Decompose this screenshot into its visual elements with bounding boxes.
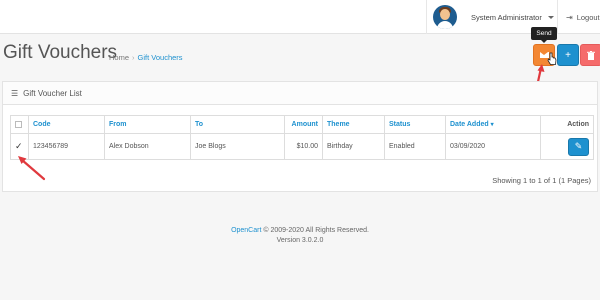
copyright-text: © 2009-2020 All Rights Reserved. (263, 227, 369, 234)
select-all-cell (10, 115, 29, 134)
cell-amount: $10.00 (284, 133, 323, 160)
sign-out-icon: ⇥ (566, 12, 573, 22)
panel-title: Gift Voucher List (23, 88, 82, 98)
row-checkbox-checked[interactable]: ✓ (15, 141, 23, 151)
plus-icon: + (565, 49, 571, 61)
opencart-link[interactable]: OpenCart (231, 227, 261, 234)
cell-date-added: 03/09/2020 (445, 133, 541, 160)
delete-button[interactable] (580, 44, 600, 66)
col-code[interactable]: Code (28, 115, 105, 134)
cell-status: Enabled (384, 133, 446, 160)
breadcrumb-gift-vouchers[interactable]: Gift Vouchers (138, 53, 183, 62)
voucher-list-panel: ☰ Gift Voucher List Code From To Amount … (2, 81, 598, 192)
avatar (433, 5, 457, 29)
panel-heading: ☰ Gift Voucher List (3, 82, 597, 105)
caret-down-icon (547, 15, 554, 19)
col-to[interactable]: To (190, 115, 285, 134)
trash-icon (587, 50, 595, 60)
col-status[interactable]: Status (384, 115, 446, 134)
list-icon: ☰ (11, 88, 19, 98)
send-tooltip: Send (531, 27, 557, 43)
version-text: Version 3.0.2.0 (276, 237, 324, 244)
table-header-row: Code From To Amount Theme Status Date Ad… (10, 115, 594, 134)
page-title: Gift Vouchers (3, 42, 118, 63)
col-action: Action (540, 115, 594, 134)
logout-link[interactable]: ⇥ Logout (557, 0, 600, 34)
user-name: System Administrator (471, 12, 542, 22)
col-from[interactable]: From (104, 115, 191, 134)
row-select-cell: ✓ (10, 133, 29, 160)
cell-action: ✎ (540, 133, 594, 160)
table-row: ✓ 123456789 Alex Dobson Joe Blogs $10.00… (10, 133, 594, 160)
sort-desc-icon: ▾ (490, 122, 494, 128)
add-button[interactable]: + (557, 44, 579, 66)
pagination-summary: Showing 1 to 1 of 1 (1 Pages) (492, 176, 591, 185)
cell-to: Joe Blogs (190, 133, 285, 160)
cell-theme: Birthday (322, 133, 385, 160)
breadcrumb: Home › Gift Vouchers (109, 53, 183, 62)
footer: OpenCart © 2009-2020 All Rights Reserved… (0, 226, 600, 246)
breadcrumb-home[interactable]: Home (109, 53, 129, 62)
top-bar: System Administrator ⇥ Logout (0, 0, 600, 34)
col-theme[interactable]: Theme (322, 115, 385, 134)
pencil-icon: ✎ (574, 141, 583, 151)
cell-code: 123456789 (28, 133, 105, 160)
logout-label: Logout (576, 12, 600, 22)
voucher-table: Code From To Amount Theme Status Date Ad… (10, 115, 594, 160)
col-amount[interactable]: Amount (284, 115, 323, 134)
col-date-added[interactable]: Date Added ▾ (445, 115, 541, 134)
cell-from: Alex Dobson (104, 133, 191, 160)
hand-cursor-icon (547, 52, 557, 65)
edit-button[interactable]: ✎ (568, 137, 589, 156)
select-all-checkbox[interactable] (15, 120, 22, 128)
